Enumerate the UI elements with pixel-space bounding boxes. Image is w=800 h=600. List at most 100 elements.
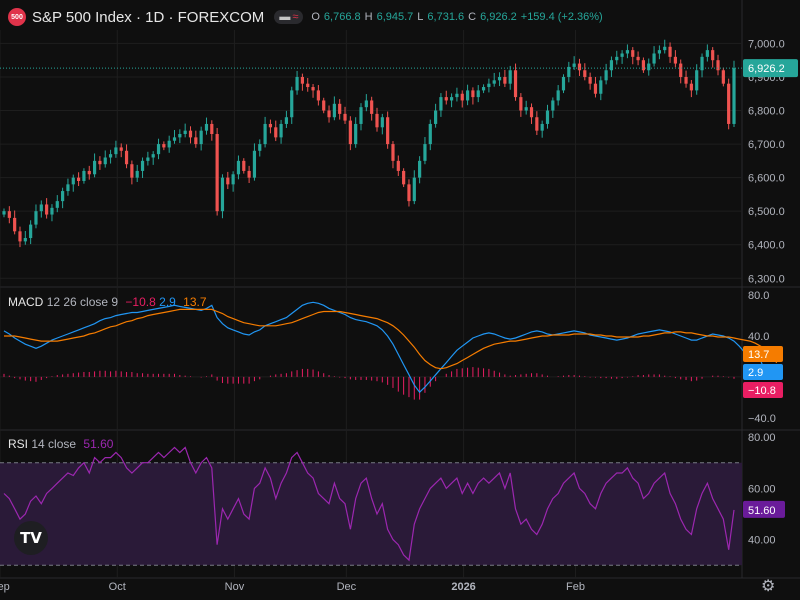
candle-body: [508, 70, 512, 84]
candle-body: [34, 211, 38, 225]
candle-body: [263, 123, 267, 145]
candle-body: [386, 117, 390, 145]
candle-body: [332, 103, 336, 118]
candle-body: [503, 76, 507, 84]
candle-body: [140, 160, 145, 171]
candle-body: [449, 97, 454, 101]
chart-header: 500 S&P 500 Index · 1D · FOREXCOM ▬ ≈ O …: [8, 8, 603, 26]
candle-body: [535, 117, 539, 131]
macd-line-legend: 2.9: [159, 295, 176, 309]
macd-value-label: −10.8: [748, 385, 776, 397]
macd-tick-label: 80.0: [748, 290, 769, 302]
candle-body: [247, 170, 251, 178]
candle-body: [540, 123, 544, 131]
candle-body: [18, 231, 22, 242]
close-label: C: [468, 11, 477, 23]
candle-body: [375, 113, 379, 128]
candle-body: [695, 70, 699, 91]
candle-body: [577, 63, 582, 71]
candle-body: [7, 211, 11, 218]
candle-body: [2, 211, 6, 215]
candle-body: [151, 154, 155, 158]
candle-body: [130, 164, 134, 178]
candle-body: [327, 110, 331, 118]
wave-icon[interactable]: ≈: [292, 11, 298, 23]
candle-body: [172, 137, 177, 141]
candle-body: [306, 83, 310, 88]
price-tick-label: 6,700.0: [748, 139, 785, 151]
candle-body: [124, 150, 129, 165]
candle-body: [71, 177, 75, 185]
symbol-title[interactable]: S&P 500 Index · 1D · FOREXCOM: [32, 9, 264, 26]
rsi-band: [0, 462, 742, 566]
candle-body: [23, 238, 27, 242]
candle-body: [252, 150, 257, 178]
candle-body: [226, 177, 230, 185]
candle-body: [146, 157, 150, 161]
settings-gear-icon[interactable]: ⚙: [761, 576, 775, 596]
candle-body: [636, 56, 640, 61]
rsi-legend[interactable]: RSI 14 close 51.60: [8, 437, 113, 451]
candle-body: [258, 144, 262, 151]
candle-body: [220, 177, 225, 212]
candle-body: [231, 174, 235, 185]
symbol-badge[interactable]: 500: [8, 8, 26, 26]
candle-body: [444, 97, 448, 101]
indicator-toggle-pill[interactable]: ▬ ≈: [274, 10, 304, 24]
candle-body: [418, 160, 422, 178]
candle-body: [215, 134, 219, 212]
candle-body: [359, 107, 363, 124]
price-tick-label: 6,300.0: [748, 273, 785, 285]
candle-body: [13, 217, 17, 232]
price-tick-label: 6,600.0: [748, 173, 785, 185]
minus-icon[interactable]: ▬: [279, 11, 290, 23]
close-value: 6,926.2: [480, 11, 517, 23]
candle-body: [45, 204, 49, 215]
candle-body: [513, 70, 518, 98]
candle-body: [679, 63, 683, 77]
open-value: 6,766.8: [323, 11, 361, 23]
low-label: L: [417, 11, 424, 23]
candle-body: [50, 207, 54, 215]
candle-body: [673, 56, 677, 64]
open-label: O: [311, 11, 320, 23]
price-tick-label: 6,400.0: [748, 240, 785, 252]
candle-body: [599, 80, 603, 94]
candle-body: [167, 140, 171, 148]
candle-body: [311, 87, 315, 91]
candle-body: [727, 83, 731, 124]
candle-body: [487, 83, 491, 88]
macd-hist-legend: −10.8: [125, 295, 156, 309]
rsi-legend-value: 51.60: [83, 437, 114, 451]
candle-body: [194, 137, 198, 145]
candle-body: [284, 117, 289, 124]
candle-body: [519, 97, 523, 111]
candle-body: [236, 160, 241, 175]
candle-body: [98, 160, 102, 165]
change-value: +159.4 (+2.36%): [520, 11, 603, 23]
candle-body: [178, 134, 182, 138]
candle-body: [471, 90, 475, 98]
candle-body: [39, 204, 43, 212]
candle-body: [391, 144, 395, 161]
candle-body: [407, 184, 411, 202]
candle-body: [465, 90, 470, 101]
candle-body: [274, 127, 278, 138]
candle-body: [652, 53, 656, 64]
candle-body: [561, 76, 566, 91]
macd-tick-label: −40.0: [748, 413, 776, 425]
macd-line: [3, 301, 767, 394]
tradingview-logo-icon[interactable]: TV: [14, 521, 48, 555]
candle-body: [663, 46, 667, 51]
candle-body: [82, 170, 86, 181]
candle-body: [689, 83, 693, 91]
candle-body: [162, 144, 166, 148]
candle-body: [412, 177, 416, 202]
candle-body: [268, 123, 273, 128]
macd-legend[interactable]: MACD 12 26 close 9 −10.8 2.9 13.7: [8, 295, 207, 309]
candle-body: [620, 53, 624, 57]
candle-body: [108, 154, 113, 158]
candle-body: [348, 120, 352, 145]
candle-body: [300, 76, 304, 84]
candle-body: [604, 70, 608, 81]
